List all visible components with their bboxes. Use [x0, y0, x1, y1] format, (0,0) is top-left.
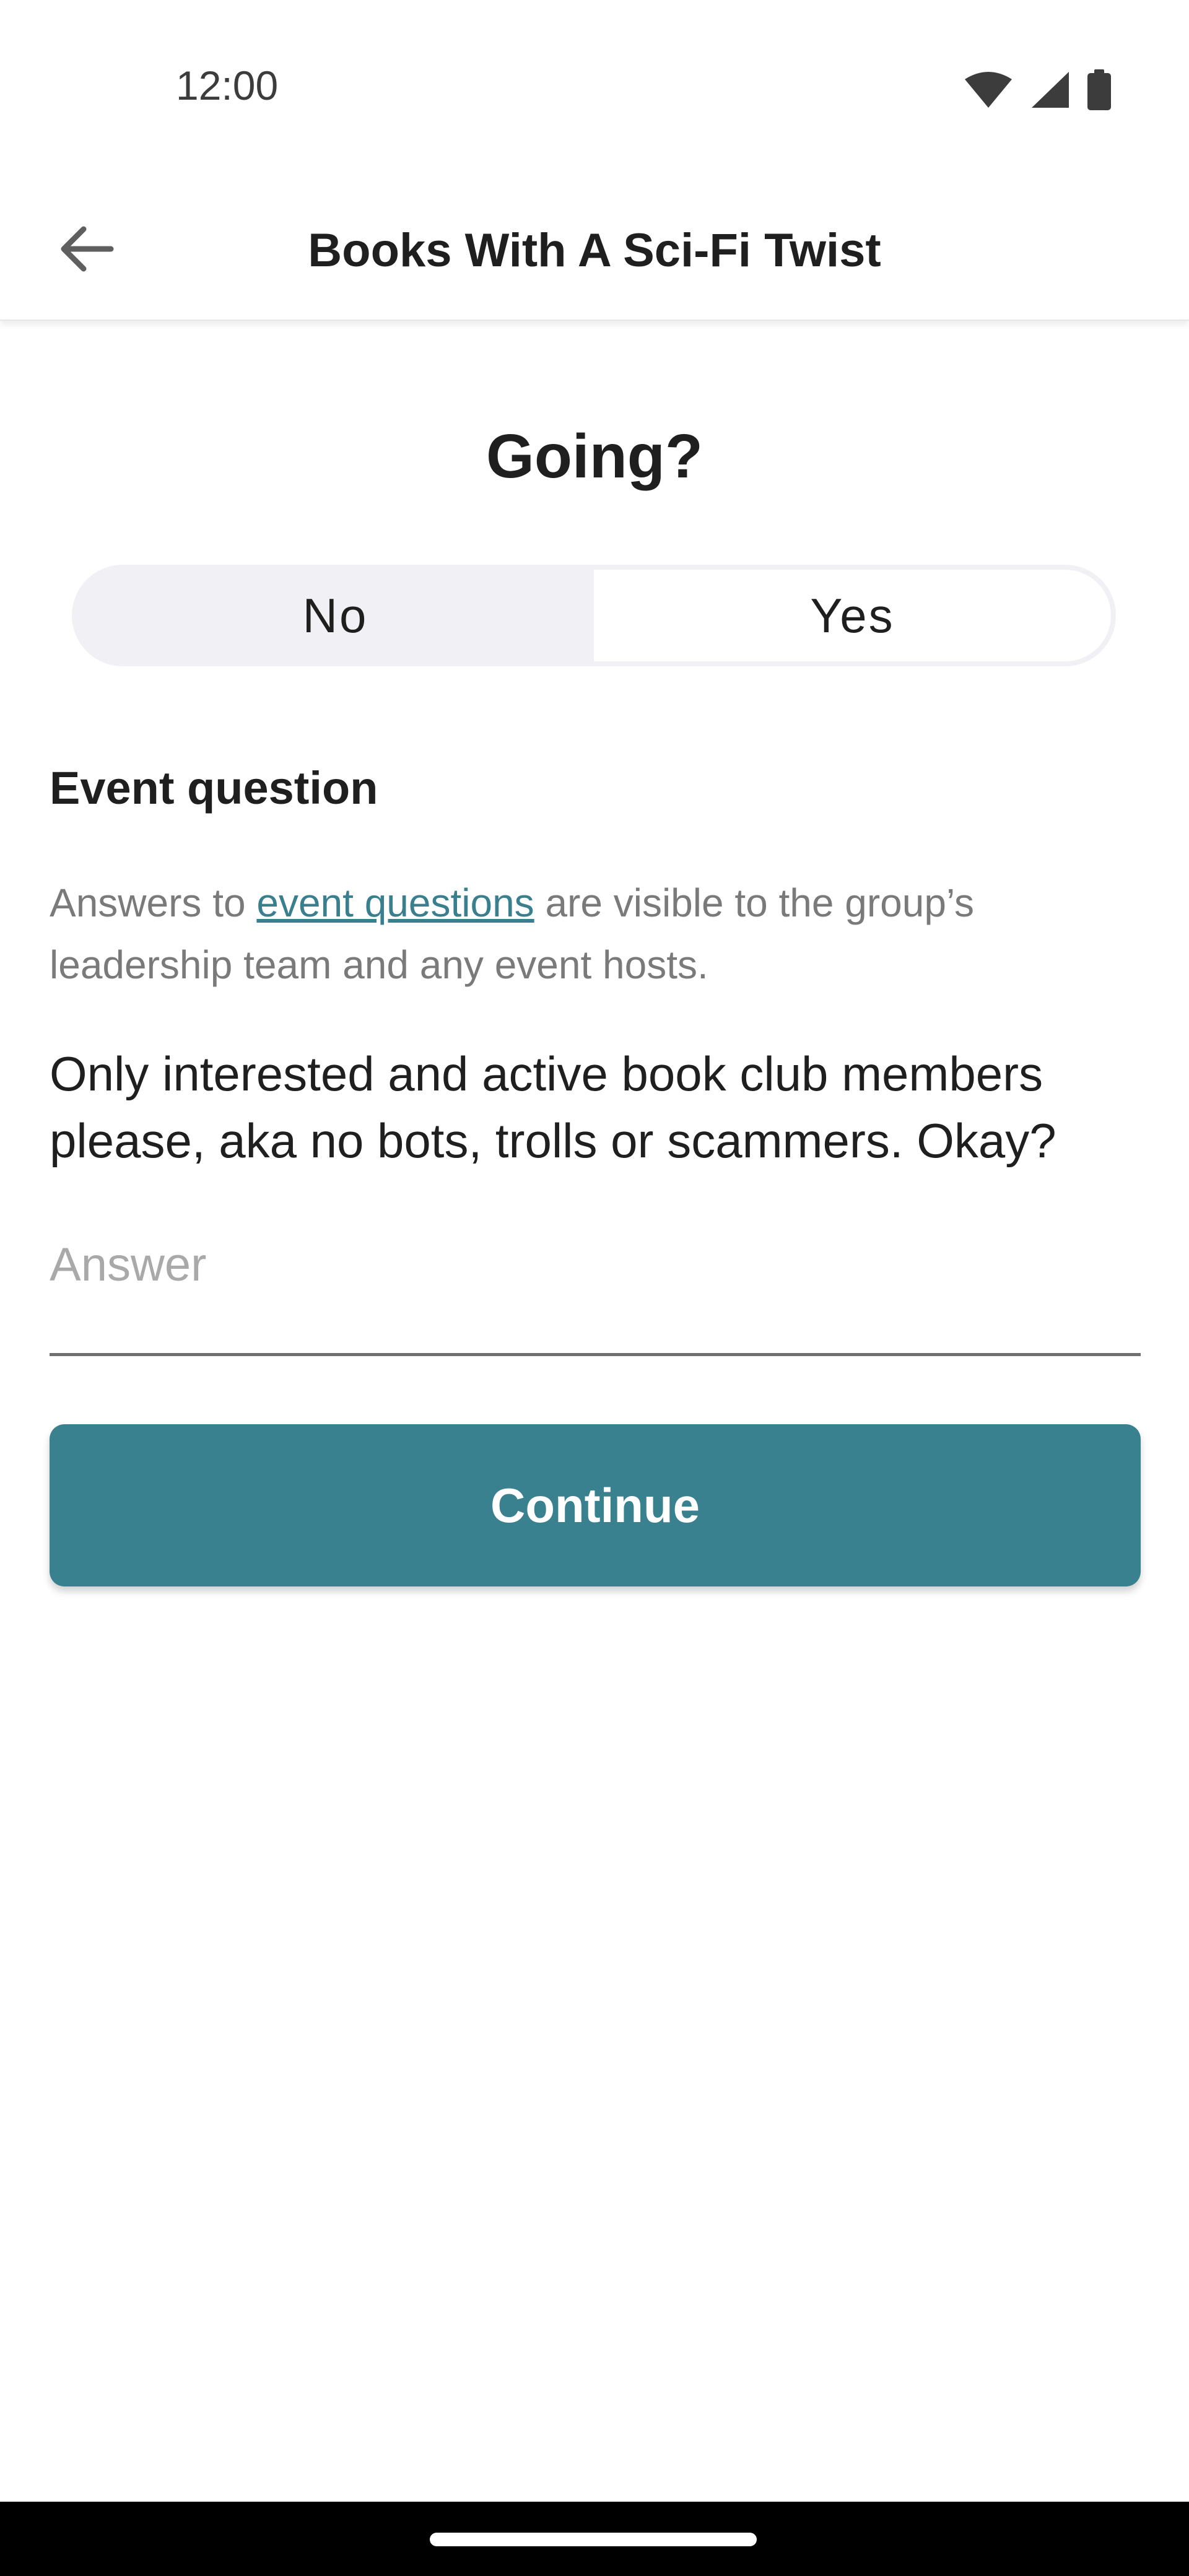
- continue-button[interactable]: Continue: [50, 1424, 1141, 1586]
- wifi-icon: [964, 71, 1013, 109]
- status-time: 12:00: [176, 63, 279, 108]
- answer-input[interactable]: [50, 1214, 1141, 1356]
- rsvp-option-no[interactable]: No: [77, 570, 594, 661]
- status-icons: [964, 68, 1111, 111]
- event-question-info: Answers to event questions are visible t…: [50, 872, 1139, 996]
- home-gesture-handle[interactable]: [430, 2533, 757, 2546]
- info-prefix: Answers to: [50, 881, 257, 925]
- going-heading: Going?: [486, 422, 703, 491]
- app-bar: Books With A Sci-Fi Twist: [0, 180, 1189, 321]
- rsvp-option-yes[interactable]: Yes: [594, 570, 1111, 661]
- status-bar: 12:00: [0, 0, 1189, 180]
- rsvp-segmented-control: No Yes: [72, 565, 1116, 666]
- battery-icon: [1087, 69, 1111, 110]
- system-navigation-bar: [0, 2502, 1189, 2576]
- event-question-heading: Event question: [50, 762, 378, 814]
- page-title: Books With A Sci-Fi Twist: [308, 224, 881, 277]
- event-question-text: Only interested and active book club mem…: [50, 1046, 1056, 1168]
- event-questions-link[interactable]: event questions: [256, 881, 534, 925]
- cellular-signal-icon: [1030, 71, 1070, 109]
